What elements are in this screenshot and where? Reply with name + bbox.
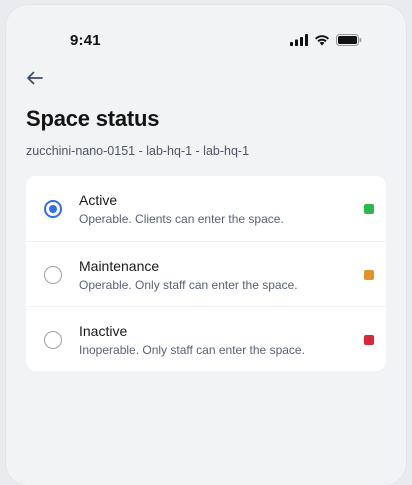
- status-color-indicator: [364, 335, 374, 345]
- option-label: Inactive: [79, 323, 128, 339]
- option-inactive[interactable]: Inactive Inoperable. Only staff can ente…: [26, 306, 386, 371]
- back-arrow-icon: [27, 71, 43, 85]
- page-subtitle: zucchini-nano-0151 - lab-hq-1 - lab-hq-1: [26, 144, 250, 158]
- radio-inactive[interactable]: [44, 331, 62, 349]
- radio-maintenance[interactable]: [44, 266, 62, 284]
- status-time: 9:41: [70, 32, 101, 49]
- option-active[interactable]: Active Operable. Clients can enter the s…: [26, 176, 386, 241]
- phone-frame: 9:41 Space status zucchini-nano-0151 - l…: [6, 5, 406, 485]
- option-label: Maintenance: [79, 258, 160, 274]
- back-button[interactable]: [24, 67, 46, 89]
- status-color-indicator: [364, 270, 374, 280]
- status-color-indicator: [364, 204, 374, 214]
- option-description: Operable. Clients can enter the space.: [79, 212, 284, 226]
- status-bar: 9:41: [6, 5, 406, 75]
- wifi-icon: [314, 33, 330, 51]
- status-icons: [290, 33, 362, 51]
- option-label: Active: [79, 192, 118, 208]
- status-options-card: Active Operable. Clients can enter the s…: [26, 176, 386, 371]
- option-description: Operable. Only staff can enter the space…: [79, 278, 298, 292]
- page-title: Space status: [26, 106, 160, 131]
- option-maintenance[interactable]: Maintenance Operable. Only staff can ent…: [26, 241, 386, 306]
- option-description: Inoperable. Only staff can enter the spa…: [79, 343, 305, 357]
- battery-icon: [336, 33, 362, 51]
- radio-active[interactable]: [44, 200, 62, 218]
- signal-icon: [290, 33, 308, 51]
